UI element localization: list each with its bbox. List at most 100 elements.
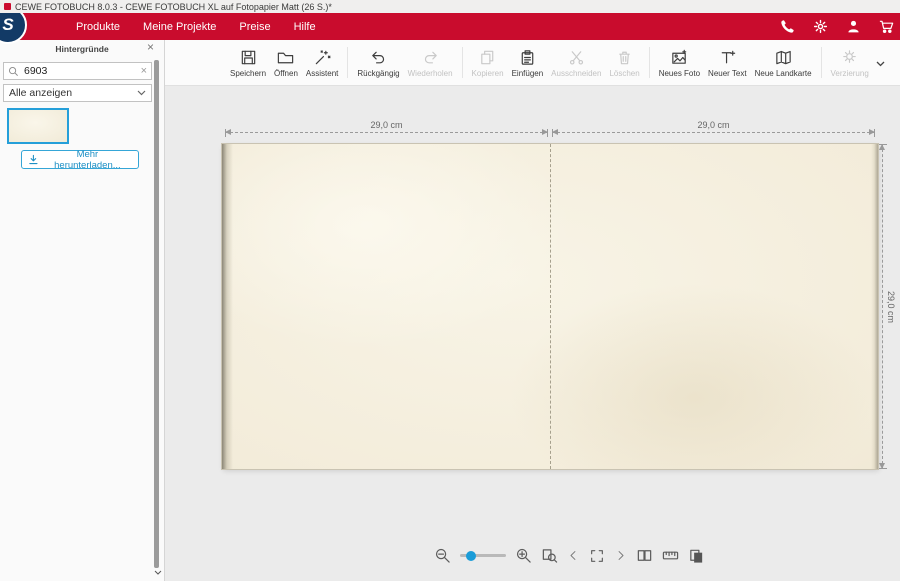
toolbar-separator [649, 47, 650, 78]
fullscreen-button[interactable] [589, 548, 605, 564]
toolbar-separator [347, 47, 348, 78]
search-icon [8, 66, 19, 77]
paste-button[interactable]: Einfügen [508, 46, 548, 80]
ruler-icon [662, 547, 679, 564]
save-button[interactable]: Speichern [226, 46, 270, 80]
new-text-label: Neuer Text [708, 69, 747, 78]
new-text-icon [718, 48, 737, 67]
zoom-slider-knob[interactable] [466, 551, 476, 561]
search-input[interactable] [22, 64, 138, 78]
save-icon [239, 48, 258, 67]
zoom-in-icon [515, 547, 532, 564]
clear-search-button[interactable]: × [141, 66, 147, 77]
new-photo-button[interactable]: Neues Foto [655, 46, 704, 80]
center-fold-line [550, 144, 551, 469]
decoration-dropdown-button[interactable] [874, 52, 887, 74]
assistant-button[interactable]: Assistent [302, 46, 342, 80]
next-page-button[interactable] [614, 548, 627, 563]
decoration-button[interactable]: Verzierung [827, 46, 873, 80]
cut-button[interactable]: Ausschneiden [547, 46, 605, 80]
delete-button[interactable]: Löschen [605, 46, 643, 80]
scrollbar-thumb[interactable] [154, 60, 159, 568]
panel-title: Hintergründe [0, 44, 164, 54]
redo-label: Wiederholen [408, 69, 453, 78]
left-page[interactable] [233, 144, 550, 469]
view-controls [434, 547, 705, 564]
new-photo-icon [670, 48, 689, 67]
spread-view-button[interactable] [636, 547, 653, 564]
ruler-toggle-button[interactable] [662, 547, 679, 564]
menubar-icons [779, 13, 895, 40]
main-menubar: S Produkte Meine Projekte Preise Hilfe [0, 13, 900, 40]
page-edge [871, 144, 878, 469]
panel-close-button[interactable]: × [147, 41, 154, 53]
paste-icon [518, 48, 537, 67]
new-map-button[interactable]: Neue Landkarte [751, 46, 816, 80]
window-titlebar: CEWE FOTOBUCH 8.0.3 - CEWE FOTOBUCH XL a… [0, 0, 900, 13]
trash-icon [615, 48, 634, 67]
pages-overview-button[interactable] [688, 547, 705, 564]
phone-icon[interactable] [779, 18, 796, 35]
zoom-in-button[interactable] [515, 547, 532, 564]
app-icon [4, 3, 11, 10]
open-button[interactable]: Öffnen [270, 46, 302, 80]
background-search: × [3, 62, 152, 80]
cart-icon[interactable] [878, 18, 895, 35]
menu-item-hilfe[interactable]: Hilfe [294, 21, 316, 33]
assistant-label: Assistent [306, 69, 338, 78]
chevron-down-icon [876, 61, 885, 67]
zoom-fit-button[interactable] [541, 547, 558, 564]
download-more-button[interactable]: Mehr herunterladen... [21, 150, 139, 169]
download-more-label: Mehr herunterladen... [43, 149, 132, 171]
new-map-icon [774, 48, 793, 67]
decoration-label: Verzierung [831, 69, 869, 78]
cut-label: Ausschneiden [551, 69, 601, 78]
dimension-line [882, 144, 883, 469]
gear-icon[interactable] [812, 18, 829, 35]
zoom-out-button[interactable] [434, 547, 451, 564]
folder-icon [276, 48, 295, 67]
dimension-top-left: 29,0 cm [225, 120, 548, 133]
download-icon [28, 154, 39, 165]
dimension-label: 29,0 cm [886, 290, 896, 322]
copy-icon [478, 48, 497, 67]
zoom-fit-icon [541, 547, 558, 564]
redo-icon [421, 48, 440, 67]
toolbar-separator [462, 47, 463, 78]
background-thumbnail-6903[interactable] [7, 108, 69, 144]
copy-button[interactable]: Kopieren [468, 46, 508, 80]
zoom-out-icon [434, 547, 451, 564]
facing-pages-icon [636, 547, 653, 564]
dimension-label: 29,0 cm [370, 120, 402, 130]
scroll-down-button[interactable] [154, 562, 162, 580]
menu-item-produkte[interactable]: Produkte [76, 21, 120, 33]
chevron-left-icon [567, 548, 580, 563]
filter-value: Alle anzeigen [9, 87, 72, 99]
backgrounds-panel: Hintergründe × × Alle anzeigen Mehr heru… [0, 40, 165, 581]
menu-item-meine-projekte[interactable]: Meine Projekte [143, 21, 216, 33]
paste-label: Einfügen [512, 69, 544, 78]
sidebar-scrollbar[interactable] [154, 60, 159, 568]
chevron-down-icon [137, 90, 146, 96]
menu-item-preise[interactable]: Preise [239, 21, 270, 33]
redo-button[interactable]: Wiederholen [404, 46, 457, 80]
new-text-button[interactable]: Neuer Text [704, 46, 751, 80]
cut-icon [567, 48, 586, 67]
wand-icon [313, 48, 332, 67]
background-filter-select[interactable]: Alle anzeigen [3, 84, 152, 102]
brand-logo-text: S [2, 15, 13, 35]
window-title: CEWE FOTOBUCH 8.0.3 - CEWE FOTOBUCH XL a… [15, 2, 332, 12]
undo-button[interactable]: Rückgängig [353, 46, 403, 80]
delete-label: Löschen [609, 69, 639, 78]
right-page[interactable] [550, 144, 871, 469]
decoration-icon [840, 48, 859, 67]
dimension-right: 29,0 cm [879, 144, 895, 469]
zoom-slider[interactable] [460, 554, 506, 557]
user-icon[interactable] [845, 18, 862, 35]
prev-page-button[interactable] [567, 548, 580, 563]
save-label: Speichern [230, 69, 266, 78]
undo-label: Rückgängig [357, 69, 399, 78]
dimension-line [225, 132, 548, 133]
chevron-down-icon [154, 570, 162, 575]
undo-icon [369, 48, 388, 67]
